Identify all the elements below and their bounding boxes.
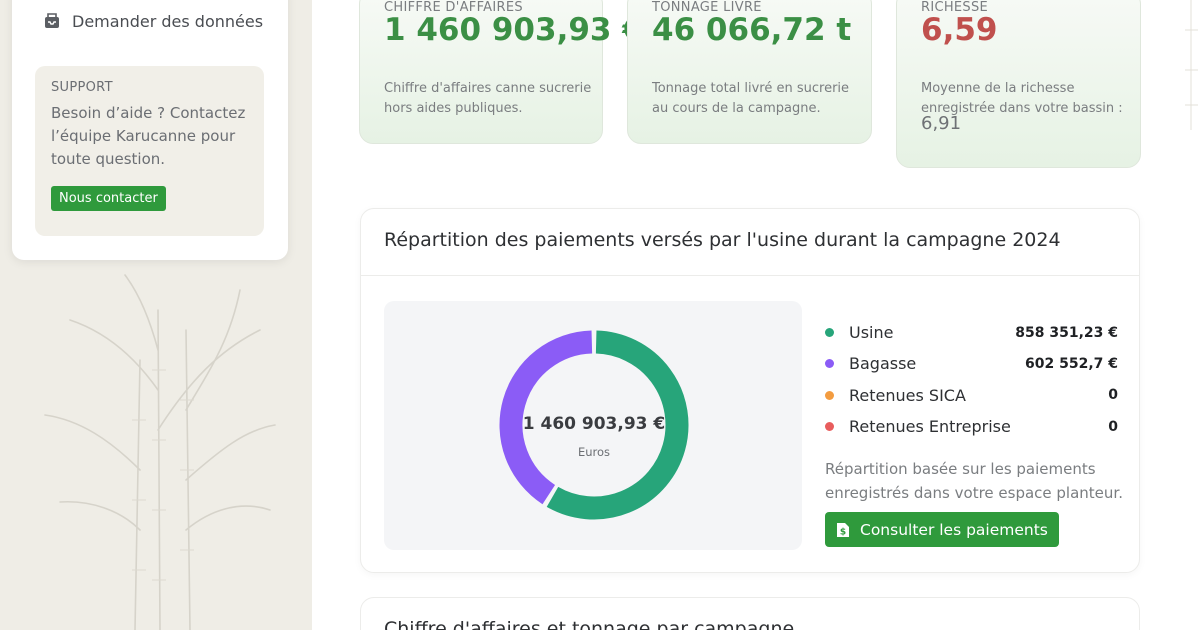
sidebar-card: Demander des données SUPPORT Besoin d’ai… [12, 0, 288, 260]
kpi-value: 1 460 903,93 € [384, 12, 644, 48]
legend-name: Retenues SICA [849, 385, 966, 405]
donut-chart-container: 1 460 903,93 € Euros [384, 301, 802, 550]
view-payments-button[interactable]: $ Consulter les paiements [825, 512, 1059, 547]
sugarcane-illustration [44, 274, 276, 630]
chart-note: Répartition basée sur les paiements enre… [825, 460, 1123, 502]
legend-item-usine: Usine 858 351,23 € [825, 317, 1118, 348]
kpi-card-tonnage: TONNAGE LIVRÉ 46 066,72 t Tonnage total … [627, 0, 872, 144]
kpi-description: Tonnage total livré en sucrerie au cours… [652, 81, 850, 116]
svg-text:$: $ [840, 527, 846, 537]
support-title: SUPPORT [51, 80, 113, 95]
support-text: Besoin d’aide ? Contactez l’équipe Karuc… [51, 104, 246, 168]
legend-dot [825, 359, 834, 369]
kpi-description: Chiffre d'affaires canne sucrerie hors a… [384, 81, 592, 116]
dollar-document-icon: $ [836, 522, 850, 538]
kpi-value: 46 066,72 t [652, 12, 852, 48]
sidebar-item-label: Demander des données [72, 11, 264, 31]
legend-item-retenues-sica: Retenues SICA 0 [825, 380, 1118, 411]
legend-item-retenues-entreprise: Retenues Entreprise 0 [825, 411, 1118, 442]
kpi-extra-value: 6,91 [921, 113, 962, 134]
legend-value: 602 552,7 € [1025, 355, 1118, 372]
legend-name: Bagasse [849, 354, 917, 374]
sidebar-item-request-data[interactable]: Demander des données [42, 10, 263, 32]
legend-item-bagasse: Bagasse 602 552,7 € [825, 348, 1118, 379]
donut-chart: 1 460 903,93 € Euros [499, 330, 689, 520]
legend-value: 0 [1108, 387, 1118, 404]
chart-legend: Usine 858 351,23 € Bagasse 602 552,7 € R… [825, 317, 1118, 442]
support-box: SUPPORT Besoin d’aide ? Contactez l’équi… [35, 66, 264, 236]
legend-dot [825, 422, 834, 432]
revenue-tonnage-card: Chiffre d'affaires et tonnage par campag… [360, 597, 1140, 630]
legend-name: Usine [849, 323, 894, 343]
card-title: Répartition des paiements versés par l'u… [361, 209, 1139, 276]
kpi-value: 6,59 [921, 12, 998, 48]
kpi-card-revenue: CHIFFRE D'AFFAIRES 1 460 903,93 € Chiffr… [359, 0, 644, 144]
payment-distribution-card: Répartition des paiements versés par l'u… [360, 208, 1140, 573]
right-decoration [1185, 0, 1198, 130]
card-title: Chiffre d'affaires et tonnage par campag… [384, 618, 795, 630]
legend-value: 858 351,23 € [1015, 324, 1118, 341]
legend-dot [825, 328, 834, 338]
legend-value: 0 [1108, 418, 1118, 435]
kpi-card-richness: RICHESSE 6,59 Moyenne de la richesse enr… [896, 0, 1141, 168]
legend-name: Retenues Entreprise [849, 417, 1011, 437]
view-payments-label: Consulter les paiements [860, 520, 1048, 539]
legend-dot [825, 390, 834, 400]
contact-button[interactable]: Nous contacter [51, 186, 166, 211]
inbox-download-icon [42, 11, 62, 31]
donut-center-value: 1 460 903,93 € [523, 414, 666, 434]
donut-center-unit: Euros [578, 445, 610, 459]
